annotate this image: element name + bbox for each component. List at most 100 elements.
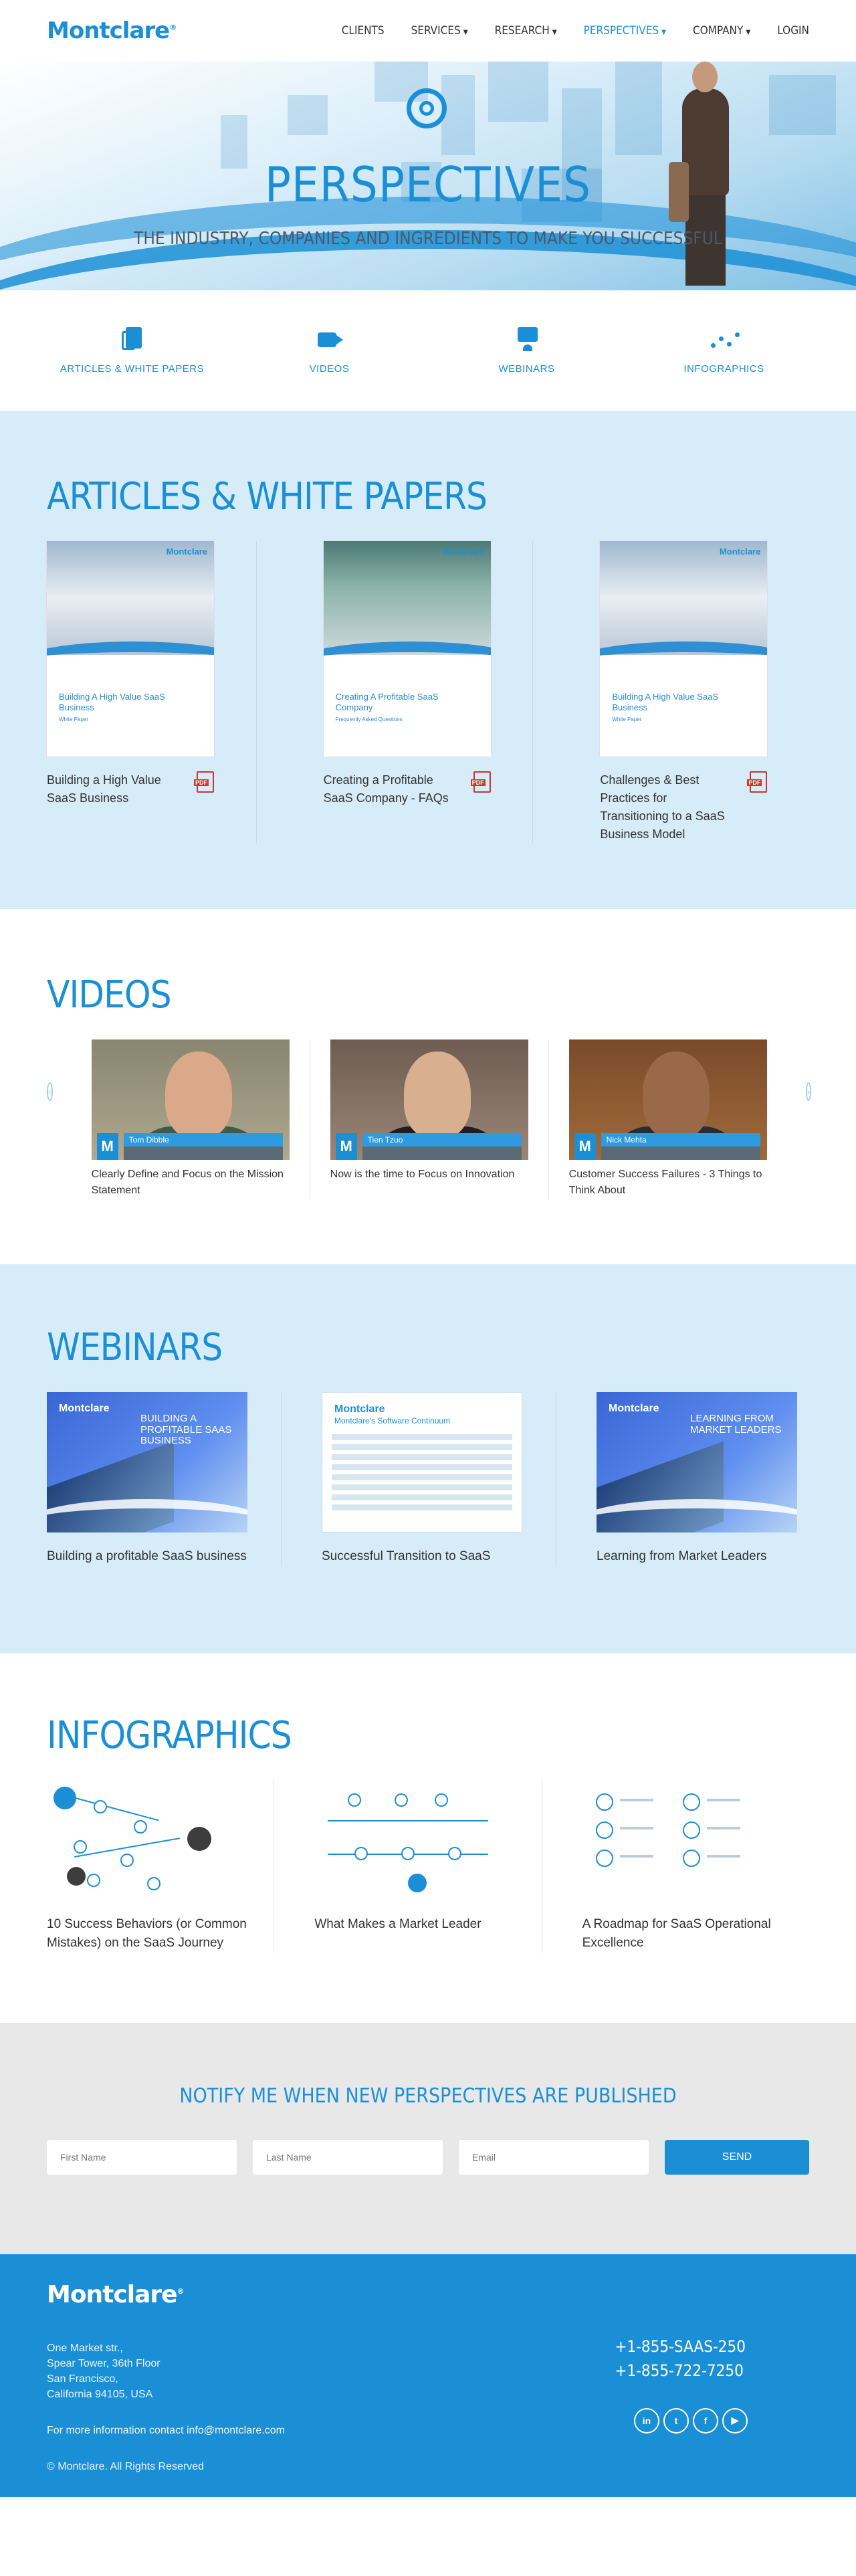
target-icon bbox=[407, 88, 447, 128]
video-caption[interactable]: Customer Success Failures - 3 Things to … bbox=[569, 1167, 767, 1199]
nav-item-services[interactable]: SERVICES ▼ bbox=[411, 24, 468, 37]
notify-section: NOTIFY ME WHEN NEW PERSPECTIVES ARE PUBL… bbox=[0, 2022, 856, 2254]
pdf-icon[interactable] bbox=[470, 771, 491, 793]
video-thumbnail[interactable]: Tien Tzuo M bbox=[330, 1039, 528, 1160]
webinars-section: WEBINARS Montclare BUILDING A PROFITABLE… bbox=[0, 1264, 856, 1654]
caret-down-icon: ▼ bbox=[746, 29, 751, 36]
page-title: PERSPECTIVES bbox=[264, 157, 592, 213]
linkedin-icon[interactable]: in bbox=[634, 2407, 659, 2434]
category-label: VIDEOS bbox=[309, 363, 350, 375]
article-card[interactable]: Montclare Creating A Profitable SaaS Com… bbox=[257, 541, 534, 844]
article-title[interactable]: Challenges & Best Practices for Transiti… bbox=[600, 771, 727, 844]
webinar-icon bbox=[514, 326, 540, 351]
notify-title: NOTIFY ME WHEN NEW PERSPECTIVES ARE PUBL… bbox=[179, 2084, 677, 2108]
youtube-icon[interactable]: ▶ bbox=[722, 2407, 748, 2434]
page-subtitle: THE INDUSTRY, COMPANIES AND INGREDIENTS … bbox=[134, 229, 722, 249]
category-infographics[interactable]: INFOGRAPHICS bbox=[644, 327, 805, 375]
article-cover-image[interactable]: Montclare Building A High Value SaaS Bus… bbox=[600, 541, 768, 757]
montclare-m-icon: M bbox=[574, 1133, 596, 1160]
infographic-caption[interactable]: A Roadmap for SaaS Operational Excellenc… bbox=[582, 1915, 782, 1953]
category-label: WEBINARS bbox=[498, 363, 555, 375]
article-cover-image[interactable]: Montclare Building A High Value SaaS Bus… bbox=[47, 541, 214, 757]
webinar-thumbnail[interactable]: Montclare Montclare's Software Continuum bbox=[322, 1392, 522, 1532]
video-card[interactable]: Tien Tzuo M Now is the time to Focus on I… bbox=[310, 1039, 549, 1199]
video-thumbnail[interactable]: Nick Mehta M bbox=[568, 1039, 767, 1160]
infographic-caption[interactable]: What Makes a Market Leader bbox=[314, 1915, 514, 1935]
email-field[interactable] bbox=[459, 2139, 649, 2175]
nav-item-research[interactable]: RESEARCH ▼ bbox=[495, 24, 557, 37]
phone-number[interactable]: +1-855-722-7250 bbox=[615, 2359, 746, 2383]
infographic-thumbnail[interactable] bbox=[314, 1780, 502, 1900]
infographic-card[interactable]: 10 Success Behaviors (or Common Mistakes… bbox=[47, 1779, 275, 1953]
copyright: © Montclare. All Rights Reserved bbox=[47, 2460, 204, 2472]
montclare-m-icon: M bbox=[96, 1133, 118, 1160]
webinar-caption[interactable]: Successful Transition to SaaS bbox=[322, 1547, 522, 1567]
nav-item-perspectives[interactable]: PERSPECTIVES ▼ bbox=[584, 24, 666, 37]
infographic-card[interactable]: A Roadmap for SaaS Operational Excellenc… bbox=[542, 1780, 809, 1953]
carousel-next-icon[interactable]: › bbox=[805, 1082, 812, 1101]
infographic-icon bbox=[710, 327, 740, 351]
category-label: ARTICLES & WHITE PAPERS bbox=[60, 363, 205, 375]
category-label: INFOGRAPHICS bbox=[683, 363, 764, 375]
article-title[interactable]: Creating a Profitable SaaS Company - FAQ… bbox=[324, 771, 451, 807]
nav-item-clients[interactable]: CLIENTS bbox=[342, 24, 385, 37]
webinar-caption[interactable]: Building a profitable SaaS business bbox=[47, 1547, 247, 1567]
footer-phones: +1-855-SAAS-250 +1-855-722-7250 bbox=[615, 2335, 746, 2383]
section-title: VIDEOS bbox=[47, 973, 172, 1017]
video-icon bbox=[316, 327, 343, 351]
caret-down-icon: ▼ bbox=[552, 29, 557, 36]
pdf-icon[interactable] bbox=[747, 771, 768, 793]
pdf-icon[interactable] bbox=[194, 771, 214, 793]
last-name-field[interactable] bbox=[253, 2139, 443, 2175]
document-icon bbox=[119, 326, 146, 351]
montclare-m-icon: M bbox=[335, 1133, 357, 1160]
webinar-card[interactable]: Montclare Montclare's Software Continuum… bbox=[282, 1392, 556, 1567]
infographic-caption[interactable]: 10 Success Behaviors (or Common Mistakes… bbox=[47, 1915, 247, 1953]
section-title: INFOGRAPHICS bbox=[47, 1713, 292, 1757]
nav-item-login[interactable]: LOGIN bbox=[777, 24, 809, 37]
facebook-icon[interactable]: f bbox=[693, 2407, 718, 2434]
carousel-prev-icon[interactable]: ‹ bbox=[47, 1082, 53, 1101]
webinar-card[interactable]: Montclare BUILDING A PROFITABLE SAAS BUS… bbox=[47, 1392, 282, 1567]
article-cover-image[interactable]: Montclare Creating A Profitable SaaS Com… bbox=[323, 541, 491, 757]
caret-down-icon: ▼ bbox=[463, 29, 468, 36]
first-name-field[interactable] bbox=[47, 2139, 237, 2175]
infographic-card[interactable]: What Makes a Market Leader bbox=[274, 1779, 542, 1953]
webinar-card[interactable]: Montclare LEARNING FROM MARKET LEADERS L… bbox=[556, 1392, 831, 1567]
notify-form: SEND bbox=[47, 2139, 809, 2175]
site-footer: Montclare® One Market str., Spear Tower,… bbox=[0, 2254, 856, 2497]
montclare-logo[interactable]: Montclare® bbox=[47, 17, 177, 44]
article-card[interactable]: Montclare Building A High Value SaaS Bus… bbox=[533, 541, 809, 844]
infographic-thumbnail[interactable] bbox=[582, 1780, 770, 1900]
article-title[interactable]: Building a High Value SaaS Business bbox=[47, 771, 174, 807]
category-nav: ARTICLES & WHITE PAPERS VIDEOS WEBINARS … bbox=[0, 290, 856, 411]
section-title: ARTICLES & WHITE PAPERS bbox=[47, 475, 488, 518]
webinar-thumbnail[interactable]: Montclare LEARNING FROM MARKET LEADERS bbox=[597, 1392, 797, 1532]
infographic-thumbnail[interactable] bbox=[47, 1780, 234, 1900]
nav-item-company[interactable]: COMPANY ▼ bbox=[693, 24, 750, 37]
send-button[interactable]: SEND bbox=[665, 2139, 809, 2175]
videos-section: VIDEOS ‹ Tom Dibble M Clearly Define and … bbox=[0, 909, 856, 1264]
hero-banner: PERSPECTIVES THE INDUSTRY, COMPANIES AND… bbox=[0, 62, 856, 290]
video-caption[interactable]: Clearly Define and Focus on the Mission … bbox=[92, 1167, 290, 1199]
caret-down-icon: ▼ bbox=[661, 29, 667, 36]
webinar-caption[interactable]: Learning from Market Leaders bbox=[597, 1547, 797, 1567]
category-videos[interactable]: VIDEOS bbox=[249, 327, 410, 375]
video-caption[interactable]: Now is the time to Focus on Innovation bbox=[330, 1167, 528, 1183]
webinar-thumbnail[interactable]: Montclare BUILDING A PROFITABLE SAAS BUS… bbox=[47, 1392, 247, 1532]
article-card[interactable]: Montclare Building A High Value SaaS Bus… bbox=[47, 541, 257, 844]
video-thumbnail[interactable]: Tom Dibble M bbox=[91, 1039, 290, 1160]
video-card[interactable]: Nick Mehta M Customer Success Failures - … bbox=[549, 1039, 787, 1199]
video-card[interactable]: Tom Dibble M Clearly Define and Focus on … bbox=[72, 1039, 310, 1199]
twitter-icon[interactable]: t bbox=[663, 2407, 689, 2434]
category-webinars[interactable]: WEBINARS bbox=[447, 326, 607, 375]
category-articles[interactable]: ARTICLES & WHITE PAPERS bbox=[52, 326, 213, 375]
infographics-section: INFOGRAPHICS 10 Success Behaviors (or Co… bbox=[0, 1654, 856, 2023]
social-links: in t f ▶ bbox=[634, 2407, 748, 2434]
phone-number[interactable]: +1-855-SAAS-250 bbox=[615, 2335, 746, 2359]
site-header: Montclare® CLIENTS SERVICES ▼ RESEARCH ▼ P… bbox=[0, 0, 856, 62]
main-nav: CLIENTS SERVICES ▼ RESEARCH ▼ PERSPECTIVES… bbox=[342, 24, 809, 37]
footer-logo[interactable]: Montclare® bbox=[47, 2281, 809, 2308]
articles-section: ARTICLES & WHITE PAPERS Montclare Buildi… bbox=[0, 411, 856, 909]
section-title: WEBINARS bbox=[47, 1326, 223, 1369]
